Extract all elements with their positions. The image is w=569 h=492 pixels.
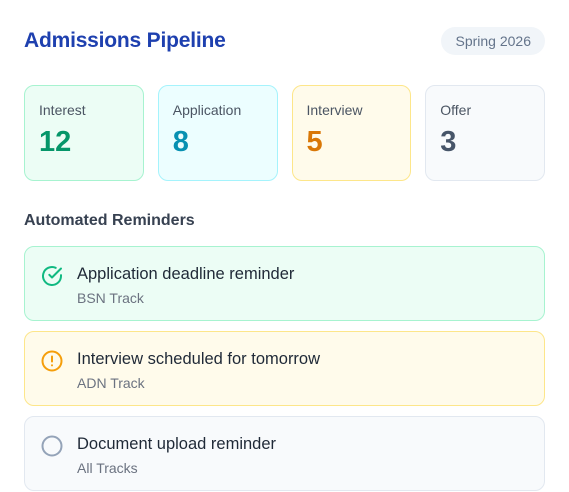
stat-card-offer[interactable]: Offer 3 bbox=[425, 85, 545, 181]
section-title: Automated Reminders bbox=[24, 212, 195, 229]
reminder-list: Application deadline reminder BSN Track … bbox=[24, 246, 545, 491]
pipeline-stats: Interest 12 Application 8 Interview 5 Of… bbox=[24, 85, 545, 181]
stat-value: 8 bbox=[172, 126, 189, 158]
reminder-track: BSN Track bbox=[77, 290, 144, 306]
reminder-item[interactable]: Application deadline reminder BSN Track bbox=[24, 246, 545, 321]
reminder-track: ADN Track bbox=[77, 375, 145, 391]
reminder-item[interactable]: Document upload reminder All Tracks bbox=[24, 416, 545, 491]
stat-card-application[interactable]: Application 8 bbox=[157, 85, 278, 181]
reminder-title: Interview scheduled for tomorrow bbox=[77, 350, 321, 368]
stat-value: 3 bbox=[440, 126, 457, 158]
page-title: Admissions Pipeline bbox=[24, 29, 226, 52]
reminder-title: Document upload reminder bbox=[77, 435, 277, 453]
empty-circle-icon bbox=[40, 434, 64, 458]
stat-label: Offer bbox=[440, 102, 472, 118]
stat-card-interview[interactable]: Interview 5 bbox=[291, 85, 412, 181]
term-badge[interactable]: Spring 2026 bbox=[441, 27, 545, 55]
reminder-title: Application deadline reminder bbox=[77, 265, 295, 283]
stat-card-interest[interactable]: Interest 12 bbox=[24, 85, 144, 181]
stat-label: Application bbox=[172, 102, 242, 118]
stat-label: Interview bbox=[306, 102, 363, 118]
header: Admissions Pipeline Spring 2026 bbox=[24, 24, 545, 58]
reminder-item[interactable]: Interview scheduled for tomorrow ADN Tra… bbox=[24, 331, 545, 406]
check-circle-icon bbox=[40, 264, 64, 288]
reminder-track: All Tracks bbox=[77, 460, 138, 476]
stat-label: Interest bbox=[39, 102, 86, 118]
alert-circle-icon bbox=[40, 349, 64, 373]
stat-value: 12 bbox=[39, 126, 72, 158]
stat-value: 5 bbox=[306, 126, 323, 158]
